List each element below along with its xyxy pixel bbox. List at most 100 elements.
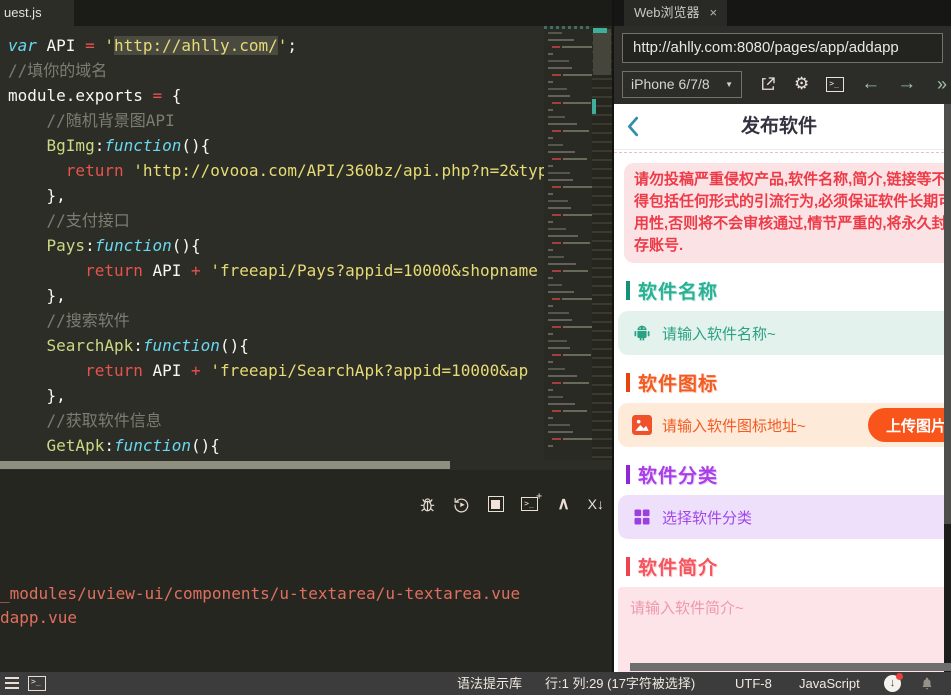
terminal-icon[interactable]: >_	[826, 76, 845, 92]
statusbar-terminal-icon[interactable]: >_	[28, 676, 46, 691]
minimap-line	[552, 298, 592, 300]
minimap-line	[552, 158, 592, 160]
code-line: },	[8, 386, 66, 405]
browser-tabbar: Web浏览器 ×	[614, 0, 951, 26]
preview-horizontal-scrollbar[interactable]	[630, 663, 951, 671]
minimap-line	[548, 60, 592, 62]
new-terminal-icon[interactable]: >_ +	[520, 491, 542, 514]
minimap-line	[552, 186, 592, 188]
minimap-line	[552, 326, 592, 328]
encoding-status[interactable]: UTF-8	[735, 672, 772, 695]
device-select-value: iPhone 6/7/8	[631, 76, 710, 92]
chevron-down-icon: ▼	[725, 79, 733, 89]
intro-textarea[interactable]: 请输入软件简介~	[618, 587, 944, 672]
update-download-icon[interactable]: ↓	[884, 673, 903, 692]
form-section: 软件简介请输入软件简介~	[614, 553, 944, 672]
preview-vscroll-thumb[interactable]	[944, 104, 951, 524]
syntax-library-status[interactable]: 语法提示库	[457, 672, 522, 695]
upload-image-button[interactable]: 上传图片	[868, 408, 944, 442]
browser-tab[interactable]: Web浏览器 ×	[624, 0, 728, 26]
editor-hscroll-thumb[interactable]	[0, 461, 450, 469]
minimap-line	[548, 32, 592, 34]
minimap-line	[548, 165, 592, 167]
section-input[interactable]: 请输入软件名称~	[618, 311, 944, 355]
code-line: //搜索软件	[8, 311, 130, 330]
editor-minimap[interactable]	[544, 26, 592, 460]
minimap-line	[548, 151, 592, 153]
collapse-panel-icon[interactable]: ∧	[554, 494, 574, 514]
restart-debug-icon[interactable]	[452, 494, 472, 514]
android-icon	[632, 323, 652, 343]
phone-preview: 发布软件 请勿投稿严重侵权产品,软件名称,简介,链接等不得包括任何形式的引流行为…	[614, 104, 944, 672]
input-placeholder: 选择软件分类	[662, 509, 753, 527]
editor-horizontal-scrollbar[interactable]	[0, 460, 592, 470]
code-line: //随机背景图API	[8, 111, 175, 130]
minimap-line	[548, 235, 592, 237]
textarea-placeholder: 请输入软件简介~	[630, 600, 744, 617]
menu-lines-icon[interactable]	[5, 677, 19, 689]
minimap-line	[552, 354, 592, 356]
editor-tab-request-js[interactable]: uest.js	[0, 0, 74, 26]
form-section: 软件分类选择软件分类	[614, 461, 944, 539]
minimap-line	[548, 207, 592, 209]
minimap-line	[548, 277, 592, 279]
console-file-link[interactable]: dapp.vue	[0, 606, 612, 630]
console-file-link[interactable]: _modules/uview-ui/components/u-textarea/…	[0, 582, 612, 606]
url-input[interactable]: http://ahlly.com:8080/pages/app/addapp	[622, 33, 943, 63]
minimap-line	[552, 270, 592, 272]
minimap-line	[548, 39, 592, 41]
minimap-line	[548, 368, 592, 370]
cursor-position-status[interactable]: 行:1 列:29 (17字符被选择)	[545, 672, 695, 695]
section-title-text: 软件图标	[638, 374, 719, 395]
minimap-line	[548, 312, 592, 314]
minimap-line	[548, 53, 592, 55]
browser-tab-label: Web浏览器	[634, 5, 700, 20]
notice-banner: 请勿投稿严重侵权产品,软件名称,简介,链接等不得包括任何形式的引流行为,必须保证…	[624, 163, 944, 263]
section-input[interactable]: 请输入软件图标地址~ 上传图片	[618, 403, 944, 447]
minimap-line	[548, 417, 592, 419]
minimap-line	[548, 340, 592, 342]
back-arrow-icon[interactable]: ←	[861, 73, 880, 95]
more-tools-icon[interactable]: »	[937, 74, 947, 95]
open-external-icon[interactable]	[759, 75, 777, 93]
section-title: 软件名称	[626, 277, 944, 304]
minimap-line	[548, 193, 592, 195]
hbuilderx-window: uest.js var API = 'http://ahlly.com/'; //…	[0, 0, 951, 695]
minimap-line	[548, 123, 592, 125]
code-editor[interactable]: var API = 'http://ahlly.com/'; //填你的域名 mod…	[0, 26, 612, 470]
minimap-line	[548, 116, 592, 118]
gear-icon[interactable]: ⚙	[794, 74, 809, 94]
minimap-line	[552, 102, 592, 104]
section-title: 软件简介	[626, 553, 944, 580]
clear-console-icon[interactable]: X↓	[588, 494, 604, 514]
code-line: //支付接口	[8, 211, 130, 230]
minimap-line	[548, 67, 592, 69]
editor-vertical-scrollbar[interactable]	[592, 26, 612, 460]
code-line: return 'http://ovooa.com/API/360bz/api.p…	[65, 161, 612, 180]
preview-vertical-scrollbar[interactable]	[944, 104, 951, 672]
section-title-text: 软件名称	[638, 282, 719, 303]
section-input[interactable]: 选择软件分类	[618, 495, 944, 539]
close-icon[interactable]: ×	[710, 0, 718, 26]
section-title-text: 软件简介	[638, 558, 719, 579]
forward-arrow-icon[interactable]: →	[897, 73, 916, 95]
section-title-bar	[626, 465, 630, 484]
language-mode-status[interactable]: JavaScript	[799, 672, 860, 695]
minimap-line	[548, 291, 592, 293]
form-section: 软件名称请输入软件名称~	[614, 277, 944, 355]
code-line: module.exports = {	[8, 86, 182, 105]
back-chevron-icon[interactable]	[626, 116, 639, 142]
minimap-line	[548, 179, 592, 181]
stop-icon[interactable]	[486, 494, 506, 514]
device-select[interactable]: iPhone 6/7/8 ▼	[622, 70, 742, 98]
image-icon	[632, 415, 652, 435]
debug-bug-icon[interactable]	[418, 494, 438, 514]
minimap-line	[548, 221, 592, 223]
code-line: //填你的域名	[8, 61, 108, 80]
minimap-line	[552, 410, 592, 412]
section-title-text: 软件分类	[638, 466, 719, 487]
bell-icon[interactable]	[920, 676, 934, 694]
code-line: },	[8, 186, 66, 205]
code-line: BgImg:function(){	[46, 136, 211, 155]
editor-scrollbar-thumb[interactable]	[593, 29, 611, 75]
